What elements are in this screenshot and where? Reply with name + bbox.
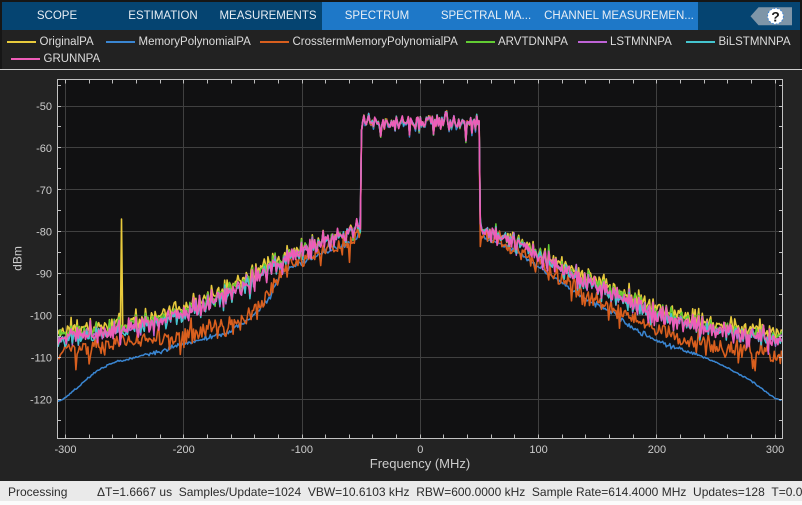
svg-text:-120: -120: [30, 394, 52, 406]
svg-text:-300: -300: [54, 444, 76, 456]
svg-text:dBm: dBm: [11, 246, 25, 271]
svg-text:-100: -100: [30, 311, 52, 323]
svg-text:-100: -100: [291, 444, 313, 456]
svg-text:Frequency (MHz): Frequency (MHz): [370, 456, 470, 471]
svg-text:-200: -200: [173, 444, 195, 456]
svg-text:?: ?: [771, 8, 780, 24]
svg-text:-50: -50: [36, 101, 52, 113]
svg-text:200: 200: [648, 444, 666, 456]
svg-text:300: 300: [766, 444, 784, 456]
svg-text:-80: -80: [36, 227, 52, 239]
svg-text:-60: -60: [36, 143, 52, 155]
svg-text:-90: -90: [36, 269, 52, 281]
svg-text:-70: -70: [36, 185, 52, 197]
svg-text:-110: -110: [31, 352, 52, 364]
svg-text:100: 100: [529, 444, 547, 456]
svg-text:0: 0: [417, 444, 423, 456]
